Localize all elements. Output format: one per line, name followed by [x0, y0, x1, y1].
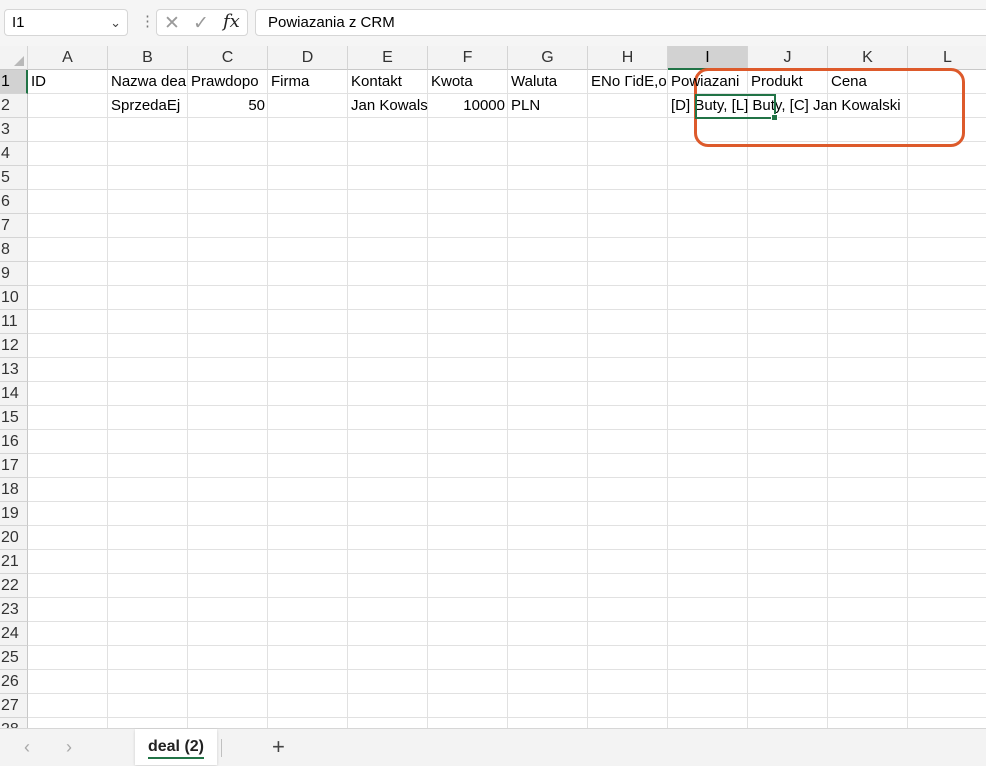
name-box-value: I1: [12, 14, 25, 31]
add-sheet-icon[interactable]: +: [272, 734, 285, 760]
cell-b2[interactable]: SprzedaEj: [108, 94, 188, 118]
more-vertical-icon: ⋮: [140, 13, 155, 30]
column-header-e[interactable]: E: [348, 46, 428, 70]
column-header-h[interactable]: H: [588, 46, 668, 70]
row-header-22[interactable]: 22: [0, 574, 28, 598]
prev-sheet-icon[interactable]: ‹: [24, 737, 30, 758]
cancel-x-icon[interactable]: ✕: [164, 12, 180, 35]
cell-f1[interactable]: Kwota: [428, 70, 508, 94]
chevron-down-icon[interactable]: ⌄: [110, 10, 121, 35]
cell-e1[interactable]: Kontakt: [348, 70, 428, 94]
cell-g1[interactable]: Waluta: [508, 70, 588, 94]
row-header-15[interactable]: 15: [0, 406, 28, 430]
row-header-17[interactable]: 17: [0, 454, 28, 478]
row-header-14[interactable]: 14: [0, 382, 28, 406]
row-header-19[interactable]: 19: [0, 502, 28, 526]
column-header-k[interactable]: K: [828, 46, 908, 70]
cell-h1[interactable]: ENо ГіdE,о: [588, 70, 668, 94]
cell-k1[interactable]: Cena: [828, 70, 908, 94]
column-header-i[interactable]: I: [668, 46, 748, 70]
cell-c1[interactable]: Prawdopo: [188, 70, 268, 94]
formula-buttons: ✕ ✓ fx: [156, 9, 248, 36]
row-header-10[interactable]: 10: [0, 286, 28, 310]
spreadsheet-grid: ABCDEFGHIJKL 1 2 3 4 5 6 7 8 9 10 11 12 13 14 15 16 17 18…: [0, 46, 986, 728]
cell-i2[interactable]: [D] Buty, [L] Buty, [C] Jan Kowalski: [668, 94, 901, 118]
formula-value: Powiazania z CRM: [268, 14, 395, 31]
row-header-23[interactable]: 23: [0, 598, 28, 622]
row-header-25[interactable]: 25: [0, 646, 28, 670]
column-header-d[interactable]: D: [268, 46, 348, 70]
row-header-3[interactable]: 3: [0, 118, 28, 142]
confirm-check-icon[interactable]: ✓: [193, 12, 209, 35]
cell-j1[interactable]: Produkt: [748, 70, 828, 94]
row-header-26[interactable]: 26: [0, 670, 28, 694]
row-header-1[interactable]: 1: [0, 70, 28, 94]
row-header-8[interactable]: 8: [0, 238, 28, 262]
cell-c2[interactable]: 50: [188, 94, 268, 118]
row-header-13[interactable]: 13: [0, 358, 28, 382]
sheet-tab-bar: ‹ › deal (2) +: [0, 728, 986, 766]
formula-input[interactable]: Powiazania z CRM: [255, 9, 986, 36]
fx-icon[interactable]: fx: [223, 11, 240, 32]
row-header-5[interactable]: 5: [0, 166, 28, 190]
row-header-21[interactable]: 21: [0, 550, 28, 574]
formula-bar: I1 ⌄ ⋮ ✕ ✓ fx Powiazania z CRM: [0, 0, 986, 46]
row-header-24[interactable]: 24: [0, 622, 28, 646]
column-header-a[interactable]: A: [28, 46, 108, 70]
column-header-l[interactable]: L: [908, 46, 986, 70]
column-header-j[interactable]: J: [748, 46, 828, 70]
cell-g2[interactable]: PLN: [508, 94, 588, 118]
sheet-tab-label: deal (2): [147, 738, 204, 759]
row-header-11[interactable]: 11: [0, 310, 28, 334]
row-header-28[interactable]: 28: [0, 718, 28, 728]
column-header-g[interactable]: G: [508, 46, 588, 70]
column-header-b[interactable]: B: [108, 46, 188, 70]
cell-i1[interactable]: Powiazani: [668, 70, 748, 94]
row-header-20[interactable]: 20: [0, 526, 28, 550]
cell-area[interactable]: ID Nazwa dea Prawdopo Firma Kontakt Kwota Walu…: [28, 68, 986, 728]
row-header-9[interactable]: 9: [0, 262, 28, 286]
row-header-6[interactable]: 6: [0, 190, 28, 214]
row-header-4[interactable]: 4: [0, 142, 28, 166]
cell-b1[interactable]: Nazwa dea: [108, 70, 188, 94]
cell-e2[interactable]: Jan Kowals: [348, 94, 428, 118]
row-header-18[interactable]: 18: [0, 478, 28, 502]
row-header-27[interactable]: 27: [0, 694, 28, 718]
next-sheet-icon[interactable]: ›: [66, 737, 72, 758]
select-all-corner[interactable]: [0, 46, 28, 70]
row-header-12[interactable]: 12: [0, 334, 28, 358]
name-box[interactable]: I1 ⌄: [4, 9, 128, 36]
tab-divider: [221, 739, 222, 757]
row-header-16[interactable]: 16: [0, 430, 28, 454]
cell-d1[interactable]: Firma: [268, 70, 348, 94]
row-header-7[interactable]: 7: [0, 214, 28, 238]
column-header-f[interactable]: F: [428, 46, 508, 70]
row-header-2[interactable]: 2: [0, 94, 28, 118]
sheet-tab-active[interactable]: deal (2): [135, 729, 217, 765]
cell-f2[interactable]: 10000: [428, 94, 508, 118]
cell-a1[interactable]: ID: [28, 70, 108, 94]
column-header-c[interactable]: C: [188, 46, 268, 70]
